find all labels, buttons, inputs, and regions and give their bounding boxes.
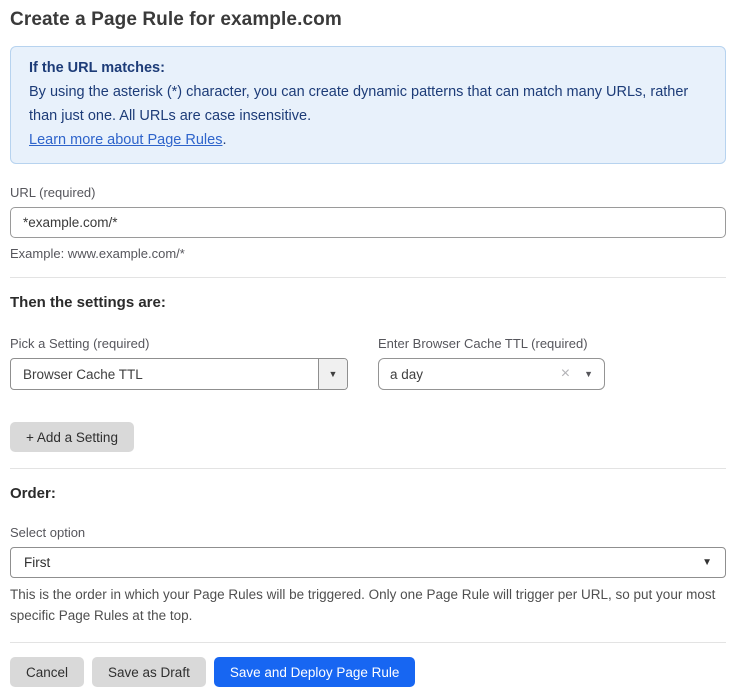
setting-picker-value: Browser Cache TTL: [11, 359, 318, 389]
save-as-draft-button[interactable]: Save as Draft: [92, 657, 206, 687]
page-rule-form: Create a Page Rule for example.com If th…: [0, 0, 736, 687]
info-box-link-line: Learn more about Page Rules.: [29, 128, 707, 152]
ttl-picker-group: Enter Browser Cache TTL (required) a day…: [378, 336, 605, 390]
settings-row: Pick a Setting (required) Browser Cache …: [10, 336, 726, 390]
clear-icon[interactable]: ×: [561, 366, 570, 382]
setting-picker-group: Pick a Setting (required) Browser Cache …: [10, 336, 348, 390]
setting-picker-dropdown[interactable]: Browser Cache TTL ▼: [10, 358, 348, 390]
url-input[interactable]: [10, 207, 726, 238]
form-actions: Cancel Save as Draft Save and Deploy Pag…: [10, 657, 726, 687]
url-field-label: URL (required): [10, 185, 726, 200]
ttl-picker-label: Enter Browser Cache TTL (required): [378, 336, 605, 351]
save-and-deploy-button[interactable]: Save and Deploy Page Rule: [214, 657, 416, 687]
info-box-body: By using the asterisk (*) character, you…: [29, 80, 707, 128]
order-select[interactable]: First ▼: [10, 547, 726, 578]
setting-picker-label: Pick a Setting (required): [10, 336, 348, 351]
order-select-label: Select option: [10, 525, 726, 540]
dropdown-arrow-segment[interactable]: ▼: [318, 359, 347, 389]
url-field-help: Example: www.example.com/*: [10, 246, 726, 261]
caret-down-icon: ▼: [584, 369, 593, 379]
caret-down-icon: ▼: [329, 369, 338, 379]
divider: [10, 277, 726, 278]
learn-more-link[interactable]: Learn more about Page Rules: [29, 132, 222, 148]
page-title: Create a Page Rule for example.com: [10, 9, 726, 31]
link-suffix: .: [222, 132, 226, 148]
divider: [10, 468, 726, 469]
ttl-picker-dropdown[interactable]: a day × ▼: [378, 358, 605, 390]
order-help-text: This is the order in which your Page Rul…: [10, 584, 726, 626]
add-setting-button[interactable]: + Add a Setting: [10, 422, 134, 452]
cancel-button[interactable]: Cancel: [10, 657, 84, 687]
ttl-picker-value: a day: [390, 367, 561, 382]
order-section-heading: Order:: [10, 485, 726, 502]
info-box-heading: If the URL matches:: [29, 56, 707, 80]
divider: [10, 642, 726, 643]
order-select-value: First: [24, 555, 702, 570]
settings-section-heading: Then the settings are:: [10, 294, 726, 311]
caret-down-icon: ▼: [702, 557, 712, 568]
url-match-info-box: If the URL matches: By using the asteris…: [10, 46, 726, 164]
